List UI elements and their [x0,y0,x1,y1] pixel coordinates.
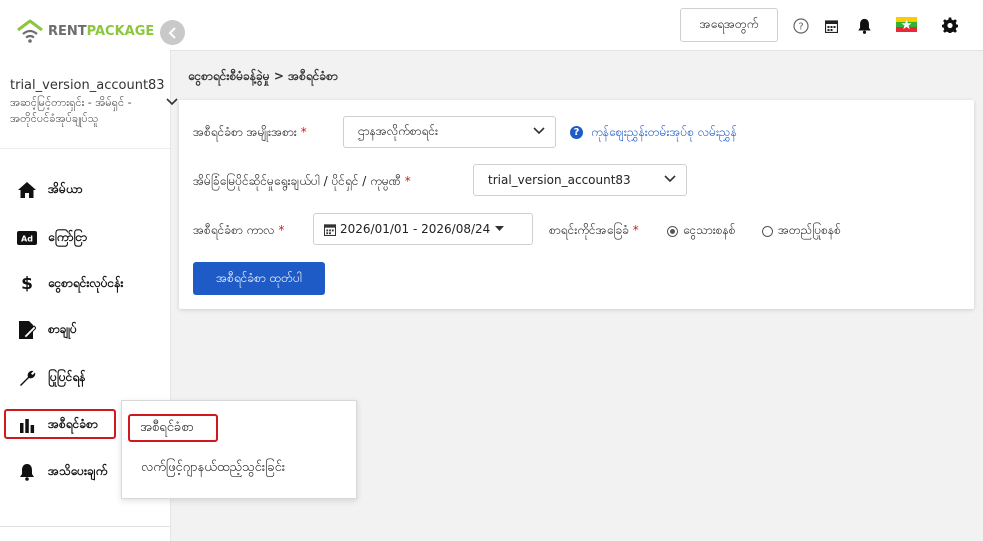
accounting-basis-label: စာရင်းကိုင်အခြေခံ * [549,223,639,237]
date-range-picker[interactable]: 2026/01/01 - 2026/08/24 [313,213,533,245]
sidebar-item-label: ပြုပြင်ရန် [48,370,86,384]
count-button[interactable]: အရေအတွက် [680,8,778,42]
radio-accrual-basis[interactable]: အတည်ပြုစနစ် [762,222,841,240]
submenu-item-reports[interactable]: အစီရင်ခံစာ [128,414,218,442]
report-type-label: အစီရင်ခံစာ အမျိုးအစား * [193,125,307,139]
svg-text:?: ? [798,22,803,33]
logo-wordmark: RENTPACKAGE [48,23,155,39]
wifi-house-logo-icon [17,19,43,43]
reports-submenu: အစီရင်ခံစာ လက်ဖြင့်ဂျာနယ်ထည့်သွင်းခြင်း [121,400,357,499]
bell-icon [14,463,40,481]
sidebar-item-label: ငွေစာရင်းလုပ်ငန်း [48,276,124,290]
property-owner-label: အိမ်ခြံမြေပိုင်ဆိုင်မှုရွေးချယ်ပါ / ပိုင… [193,174,411,188]
breadcrumb: ငွေစာရင်းစီမံခန့်ခွဲမှု > အစီရင်ခံစာ [188,68,338,86]
radio-cash-basis[interactable]: ငွေသားစနစ် [667,222,735,240]
report-period-label: အစီရင်ခံစာ ကာလ * [193,223,285,237]
bell-icon[interactable] [857,18,872,34]
radio-button-selected[interactable] [667,225,678,237]
help-guide-link[interactable]: ကုန်ဈေးညွှန်းတမ်းအုပ်စု လမ်းညွှန် [591,124,737,142]
chevron-left-icon [168,26,176,39]
ad-icon: Ad [14,231,40,245]
chevron-down-icon[interactable] [166,98,178,106]
sidebar-item-accounting[interactable]: $ ငွေစာရင်းလုပ်ငန်း [0,268,170,300]
report-type-select[interactable]: ဌာနအလိုက်စာရင်း [343,116,556,148]
app-logo[interactable]: RENTPACKAGE [16,18,154,44]
sidebar-item-label: ကြော်ငြာ [48,230,88,244]
caret-down-icon [495,226,505,231]
divider [0,148,170,149]
gear-icon[interactable] [942,17,958,33]
help-circle-icon[interactable]: ? [793,18,809,34]
account-name: trial_version_account83 [10,78,165,93]
highlight-box [4,409,116,439]
sidebar-item-home[interactable]: အိမ်ယာ [0,174,170,206]
wrench-icon [14,369,40,387]
question-circle-icon: ? [570,126,583,139]
property-owner-value: trial_version_account83 [488,173,631,187]
radio-button[interactable] [762,225,773,237]
calendar-icon[interactable] [825,19,838,33]
submenu-item-manual-journal[interactable]: လက်ဖြင့်ဂျာနယ်ထည့်သွင်းခြင်း [141,459,285,478]
sidebar-item-label: အိမ်ယာ [48,182,83,196]
breadcrumb-separator: > [273,69,284,83]
divider [0,526,170,527]
sidebar-item-label: စာချုပ် [48,322,77,336]
svg-text:Ad: Ad [21,235,33,244]
sidebar-item-maintenance[interactable]: ပြုပြင်ရန် [0,362,170,394]
chevron-down-icon [533,127,545,135]
myanmar-flag-icon[interactable] [896,17,917,32]
contract-icon [14,320,40,340]
home-icon [14,181,40,199]
sidebar-item-ads[interactable]: Ad ကြော်ငြာ [0,222,170,254]
breadcrumb-parent[interactable]: ငွေစာရင်းစီမံခန့်ခွဲမှု [188,69,270,83]
calendar-icon [324,223,336,236]
sidebar-item-label: အသိပေးချက် [48,464,108,478]
breadcrumb-current: အစီရင်ခံစာ [288,69,338,83]
collapse-sidebar-button[interactable] [160,20,185,45]
property-owner-select[interactable]: trial_version_account83 [473,164,687,196]
account-switcher[interactable]: trial_version_account83 အဆင့်မြင့်တားရှင… [10,78,165,127]
generate-report-button[interactable]: အစီရင်ခံစာ ထုတ်ပါ [193,262,325,295]
account-role: အဆင့်မြင့်တားရှင်း - အိမ်ရှင် - အတိုင်ပင… [10,96,132,125]
sidebar-item-contracts[interactable]: စာချုပ် [0,314,170,346]
chevron-down-icon [664,175,676,183]
dollar-icon: $ [21,274,33,294]
top-bar: အရေအတွက် ? [170,0,983,51]
report-type-value: ဌာနအလိုက်စာရင်း [358,124,439,138]
date-range-value: 2026/01/01 - 2026/08/24 [340,222,491,236]
